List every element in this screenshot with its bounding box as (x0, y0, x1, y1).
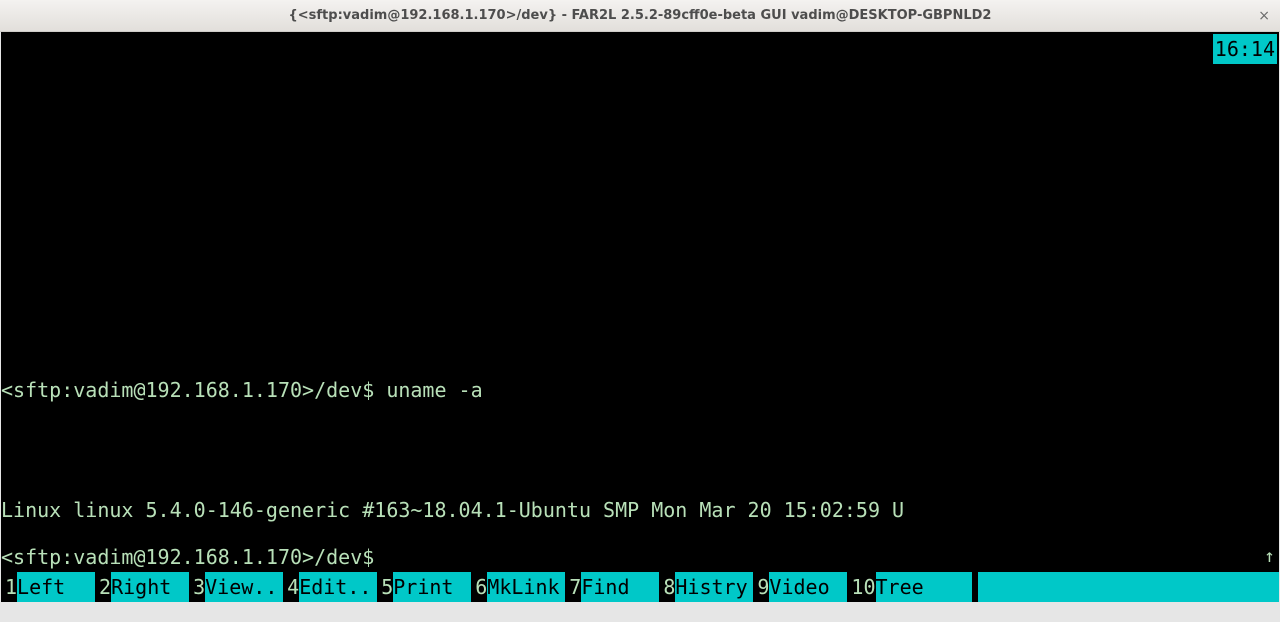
scroll-up-icon[interactable]: ↑ (1264, 542, 1275, 572)
function-keybar: 1Left 2Right 3View.. 4Edit.. 5Print 6MkL… (1, 572, 1279, 602)
window-title: {<sftp:vadim@192.168.1.170>/dev} - FAR2L… (289, 8, 992, 23)
fkey-number: 10 (847, 572, 875, 602)
fkey-number: 8 (659, 572, 675, 602)
fkey-number: 2 (95, 572, 111, 602)
fkey-2[interactable]: 2Right (95, 572, 189, 602)
fkey-10[interactable]: 10Tree (847, 572, 971, 602)
prompt-line-1: <sftp:vadim@192.168.1.170>/dev$ uname -a (1, 375, 1279, 405)
fkey-7[interactable]: 7Find (565, 572, 659, 602)
fkey-label: Right (111, 572, 189, 602)
fkey-number: 4 (283, 572, 299, 602)
cmd-uname: uname -a (386, 378, 482, 402)
prompt-path-1: <sftp:vadim@192.168.1.170>/dev$ (1, 378, 386, 402)
keybar-blank (978, 572, 1279, 602)
window-titlebar[interactable]: {<sftp:vadim@192.168.1.170>/dev} - FAR2L… (0, 0, 1280, 32)
fkey-number: 1 (1, 572, 17, 602)
fkey-1[interactable]: 1Left (1, 572, 95, 602)
fkey-number: 6 (471, 572, 487, 602)
fkey-label: Histry (675, 572, 753, 602)
fkey-8[interactable]: 8Histry (659, 572, 753, 602)
fkey-label: Tree (876, 572, 972, 602)
fkey-label: Video (769, 572, 847, 602)
fkey-number: 9 (753, 572, 769, 602)
prompt-path-3: <sftp:vadim@192.168.1.170>/dev$ (1, 545, 374, 569)
fkey-6[interactable]: 6MkLink (471, 572, 565, 602)
fkey-number: 7 (565, 572, 581, 602)
fkey-label: MkLink (487, 572, 565, 602)
fkey-9[interactable]: 9Video (753, 572, 847, 602)
fkey-5[interactable]: 5Print (377, 572, 471, 602)
uname-output: Linux linux 5.4.0-146-generic #163~18.04… (1, 495, 1279, 525)
fkey-label: Edit.. (299, 572, 377, 602)
app-window: {<sftp:vadim@192.168.1.170>/dev} - FAR2L… (0, 0, 1280, 622)
fkey-label: Left (17, 572, 95, 602)
fkey-label: Print (393, 572, 471, 602)
close-icon[interactable]: × (1258, 8, 1270, 24)
fkey-label: Find (581, 572, 659, 602)
fkey-number: 5 (377, 572, 393, 602)
terminal-area[interactable]: 16:14 <sftp:vadim@192.168.1.170>/dev$ un… (1, 32, 1279, 602)
fkey-4[interactable]: 4Edit.. (283, 572, 377, 602)
fkey-label: View.. (205, 572, 283, 602)
fkey-3[interactable]: 3View.. (189, 572, 283, 602)
current-prompt-line[interactable]: <sftp:vadim@192.168.1.170>/dev$ (1, 542, 1279, 572)
clock: 16:14 (1213, 34, 1277, 64)
fkey-number: 3 (189, 572, 205, 602)
